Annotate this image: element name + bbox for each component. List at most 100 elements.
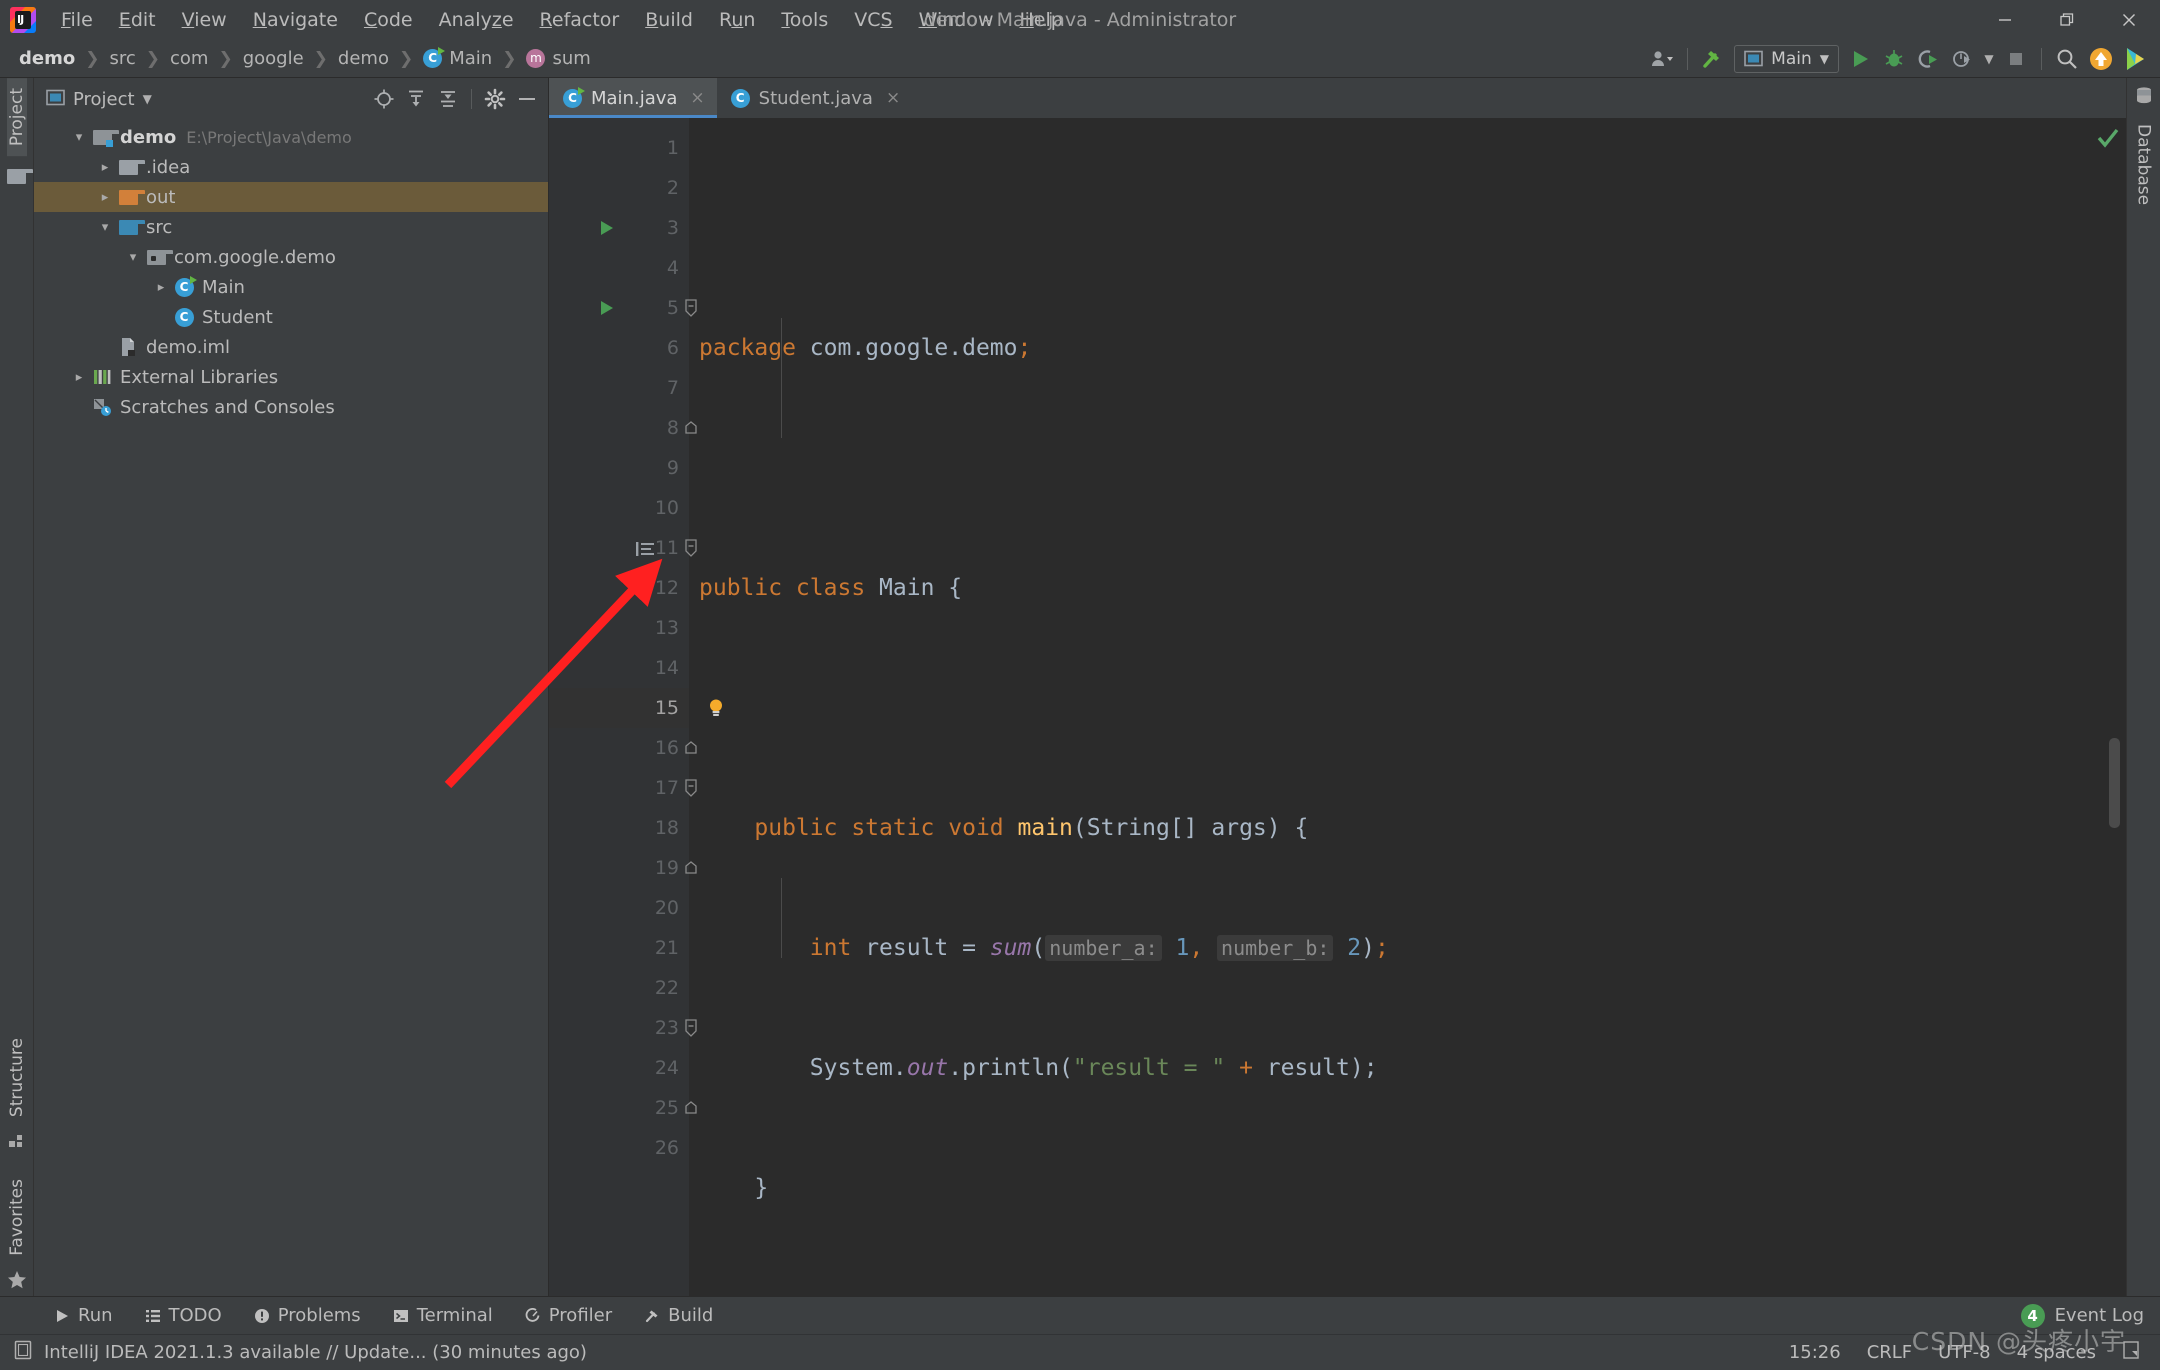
menu-view[interactable]: View [169,5,240,35]
editor-scrollbar-zone[interactable] [2090,118,2126,1296]
collapse-all-icon[interactable] [433,84,463,114]
gutter-line: 18 [654,817,679,839]
breadcrumb-item-demo-pkg[interactable]: demo [333,46,394,71]
project-view-dropdown-icon[interactable]: ▼ [143,92,152,106]
run-method-gutter-icon[interactable] [601,301,613,315]
update-project-icon[interactable] [2084,42,2118,76]
toolwindow-problems[interactable]: Problems [238,1305,377,1326]
menu-vcs[interactable]: VCS [841,5,905,35]
toolwindow-label: Profiler [548,1305,613,1326]
minimize-button[interactable] [1974,0,2036,40]
menu-tools[interactable]: Tools [768,5,841,35]
inspection-ok-icon[interactable] [2096,126,2120,154]
gutter-line: 24 [654,1057,679,1079]
menu-help[interactable]: Help [1006,5,1075,35]
status-indent[interactable]: 4 spaces [2017,1342,2096,1363]
gutter-line: 21 [654,937,679,959]
breadcrumb-item-google[interactable]: google [238,46,309,71]
chevron-down-icon[interactable]: ▾ [68,130,90,145]
sidebar-item-project[interactable]: Project [6,78,27,157]
menu-navigate[interactable]: Navigate [240,5,351,35]
toolwindow-todo[interactable]: TODO [129,1305,238,1326]
read-write-icon[interactable] [2122,1340,2140,1365]
chevron-right-icon[interactable]: ▸ [94,160,116,175]
tree-node-student[interactable]: Student [34,302,548,332]
breadcrumb-item-com[interactable]: com [165,46,213,71]
menu-window[interactable]: Window [906,5,1007,35]
status-message[interactable]: IntelliJ IDEA 2021.1.3 available // Upda… [44,1342,587,1363]
vertical-scrollbar[interactable] [2109,738,2120,828]
search-everywhere-icon[interactable] [2050,42,2084,76]
menu-bar[interactable]: File Edit View Navigate Code Analyze Ref… [48,5,1076,35]
gutter-line-current: 15 [549,688,722,728]
close-icon[interactable]: × [886,88,900,108]
tree-node-src[interactable]: ▾ src [34,212,548,242]
run-class-gutter-icon[interactable] [601,221,613,235]
profiler-dropdown-icon[interactable]: ▼ [1979,42,1999,76]
run-with-coverage-icon[interactable] [1911,42,1945,76]
editor-gutter[interactable]: 1 2 3 4 5 6 7 8 9 10 11 12 13 14 15 16 1… [549,118,722,1296]
tree-node-main[interactable]: ▸ Main [34,272,548,302]
toolwindow-terminal[interactable]: Terminal [377,1305,509,1326]
scratches-icon [90,397,114,417]
close-icon[interactable]: × [690,88,704,108]
hide-panel-icon[interactable] [512,84,542,114]
stop-icon[interactable] [1999,42,2033,76]
menu-refactor[interactable]: Refactor [527,5,633,35]
tree-node-demo[interactable]: ▾ demo E:\Project\Java\demo [34,122,548,152]
run-icon[interactable] [1843,42,1877,76]
debug-icon[interactable] [1877,42,1911,76]
menu-edit[interactable]: Edit [106,5,169,35]
right-tool-rail: Database [2126,78,2160,1296]
event-log-label[interactable]: Event Log [2055,1305,2144,1326]
restore-button[interactable] [2036,0,2098,40]
expand-all-icon[interactable] [401,84,431,114]
settings-gear-icon[interactable] [480,84,510,114]
code-text[interactable]: package com.google.demo; public class Ma… [689,118,2090,1296]
project-tree[interactable]: ▾ demo E:\Project\Java\demo ▸ .idea ▸ ou… [34,120,548,1296]
breadcrumb-item-sum[interactable]: sum [521,46,595,71]
status-line-separator[interactable]: CRLF [1867,1342,1912,1363]
locate-icon[interactable] [369,84,399,114]
javadoc-gutter-icon[interactable] [635,540,655,556]
tree-node-scratches[interactable]: Scratches and Consoles [34,392,548,422]
chevron-right-icon[interactable]: ▸ [94,190,116,205]
run-configuration-selector[interactable]: Main ▼ [1734,44,1839,73]
menu-analyze[interactable]: Analyze [426,5,527,35]
sidebar-item-structure[interactable]: Structure [7,1028,27,1127]
tab-student-java[interactable]: Student.java × [717,78,913,118]
toolwindow-profiler[interactable]: Profiler [509,1305,628,1326]
menu-code[interactable]: Code [351,5,426,35]
tree-node-out[interactable]: ▸ out [34,182,548,212]
breadcrumb-item-src[interactable]: src [104,46,140,71]
menu-build[interactable]: Build [632,5,706,35]
status-encoding[interactable]: UTF-8 [1938,1342,1990,1363]
toolwindow-label: Terminal [416,1305,493,1326]
profiler-icon[interactable] [1945,42,1979,76]
build-hammer-icon[interactable] [1696,42,1730,76]
toolwindow-build[interactable]: Build [628,1305,729,1326]
tab-main-java[interactable]: Main.java × [549,78,717,118]
idea-feature-icon[interactable] [2118,42,2152,76]
close-button[interactable] [2098,0,2160,40]
chevron-down-icon[interactable]: ▾ [122,250,144,265]
tree-node-demo-iml[interactable]: demo.iml [34,332,548,362]
chevron-down-icon[interactable]: ▼ [1820,52,1829,66]
sidebar-item-database[interactable]: Database [2134,114,2154,215]
tree-node-package[interactable]: ▾ com.google.demo [34,242,548,272]
sidebar-item-favorites[interactable]: Favorites [7,1169,27,1266]
breadcrumb-item-main[interactable]: Main [418,46,497,71]
chevron-right-icon[interactable]: ▸ [150,280,172,295]
chevron-right-icon[interactable]: ▸ [68,370,90,385]
tree-node-idea[interactable]: ▸ .idea [34,152,548,182]
user-avatar-icon[interactable] [1645,42,1679,76]
tree-node-external-libraries[interactable]: ▸ External Libraries [34,362,548,392]
toolwindow-run[interactable]: Run [38,1305,129,1326]
menu-run[interactable]: Run [706,5,768,35]
menu-file[interactable]: File [48,5,106,35]
chevron-down-icon[interactable]: ▾ [94,220,116,235]
breadcrumb-item-demo[interactable]: demo [14,46,80,71]
event-log-area[interactable]: 4 Event Log [2020,1303,2160,1328]
code-editor[interactable]: 1 2 3 4 5 6 7 8 9 10 11 12 13 14 15 16 1… [549,118,2126,1296]
tree-node-label: src [146,216,173,238]
